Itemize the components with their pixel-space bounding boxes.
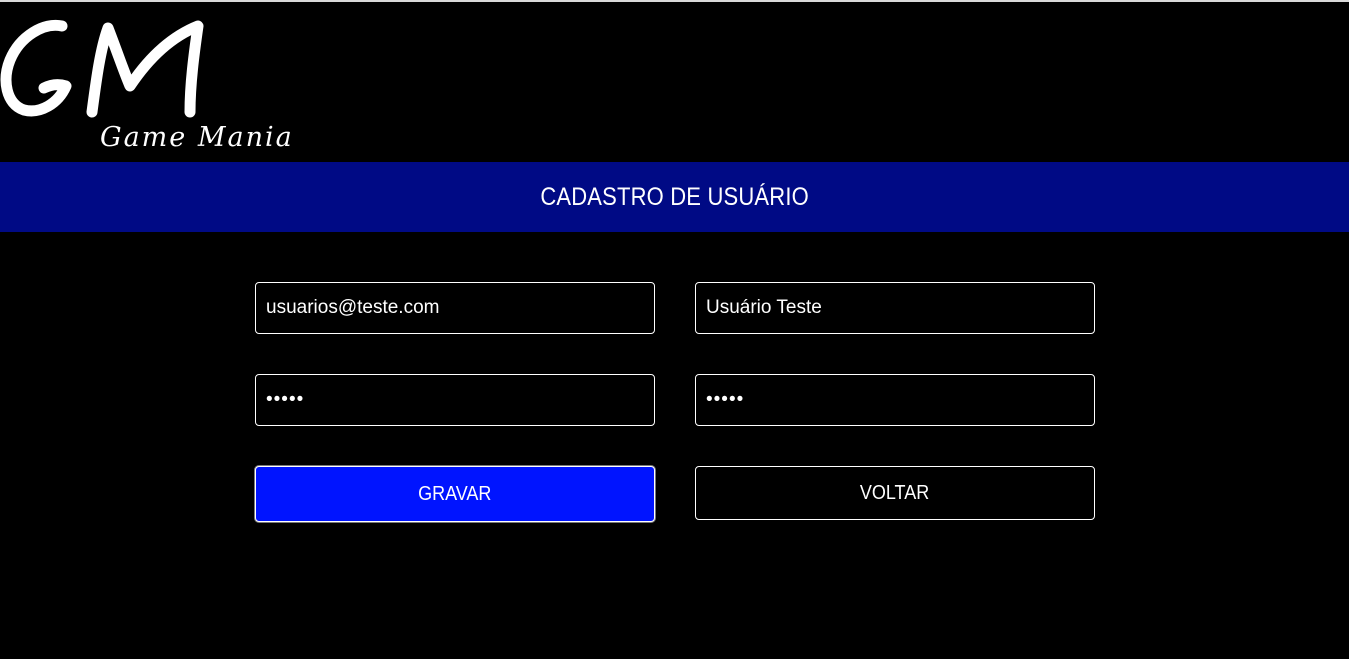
title-bar: CADASTRO DE USUÁRIO [0,162,1349,232]
save-button-label: GRAVAR [418,482,492,505]
back-button[interactable]: VOLTAR [695,466,1095,520]
name-field[interactable] [695,282,1095,334]
page-title: CADASTRO DE USUÁRIO [540,182,809,211]
game-mania-logo[interactable]: Game Mania [0,8,300,153]
back-button-label: VOLTAR [860,481,930,504]
brand-name: Game Mania [100,122,294,153]
registration-page: Game Mania CADASTRO DE USUÁRIO GRAVAR VO… [0,0,1349,659]
save-button[interactable]: GRAVAR [255,466,655,522]
email-field[interactable] [255,282,655,334]
gm-monogram-logo [0,19,204,118]
top-divider [0,0,1349,2]
password-field[interactable] [255,374,655,426]
confirm-password-field[interactable] [695,374,1095,426]
